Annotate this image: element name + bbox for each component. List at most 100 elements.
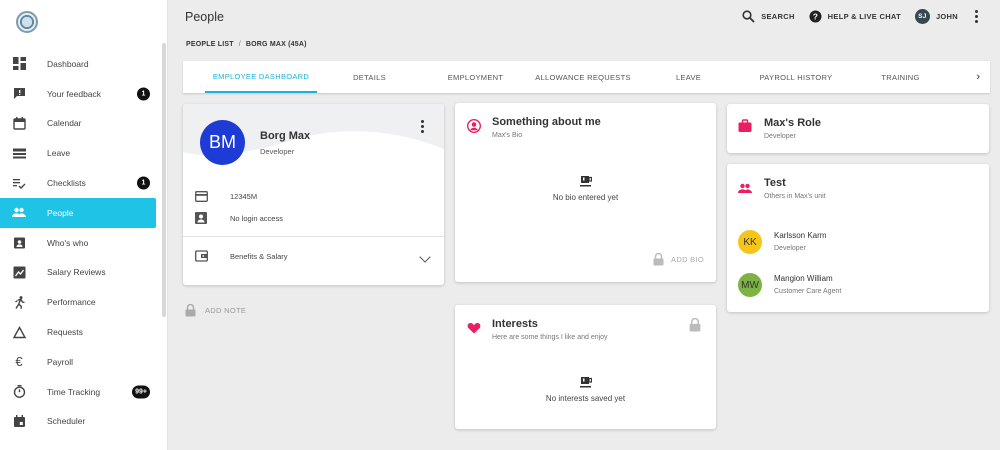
timer-icon [11, 384, 27, 400]
tab-training[interactable]: TRAINING [868, 61, 933, 93]
sidebar-item-payroll[interactable]: € Payroll [0, 347, 160, 377]
scheduler-icon [11, 413, 27, 429]
sidebar-item-checklists[interactable]: Checklists 1 [0, 168, 160, 198]
group-icon [738, 183, 752, 193]
tab-employment[interactable]: EMPLOYMENT [433, 61, 518, 93]
sidebar-item-whos-who[interactable]: Who's who [0, 228, 160, 258]
user-avatar: SJ [914, 9, 930, 24]
run-icon [11, 294, 27, 310]
tab-scroll-right-icon[interactable]: › [976, 71, 980, 83]
sidebar-item-salary-reviews[interactable]: Salary Reviews [0, 258, 160, 288]
member-name: Karlsson Karm [774, 231, 827, 240]
tab-allowance-requests[interactable]: ALLOWANCE REQUESTS [528, 61, 638, 93]
interests-empty-state: No interests saved yet [455, 376, 716, 403]
id-number: 12345M [230, 192, 258, 201]
bio-subtitle: Max's Bio [492, 132, 523, 139]
search-button[interactable]: SEARCH [742, 10, 794, 23]
user-menu[interactable]: SJ JOHN [914, 9, 958, 24]
member-text: Mangion William Customer Care Agent [774, 274, 841, 295]
id-card-icon [195, 191, 208, 202]
sidebar-item-leave[interactable]: Leave [0, 138, 160, 168]
feedback-icon [11, 86, 27, 102]
benefits-row[interactable]: Benefits & Salary [195, 250, 288, 262]
tab-payroll-history[interactable]: PAYROLL HISTORY [746, 61, 846, 93]
coffee-cup-icon [579, 176, 592, 187]
page-title: People [185, 10, 224, 24]
login-row: No login access [195, 212, 283, 224]
breadcrumb-people-list[interactable]: PEOPLE LIST [186, 41, 234, 48]
interests-title: Interests [492, 318, 538, 330]
briefcase-icon [738, 119, 752, 132]
sidebar-item-label: Salary Reviews [47, 267, 106, 278]
sidebar-item-label: People [47, 207, 74, 218]
tab-bar: EMPLOYEE DASHBOARD DETAILS EMPLOYMENT AL… [183, 61, 990, 93]
sidebar-item-calendar[interactable]: Calendar [0, 109, 160, 139]
list-item[interactable]: KK Karlsson Karm Developer [738, 230, 826, 254]
id-number-row: 12345M [195, 191, 257, 202]
sidebar-item-label: Your feedback [47, 88, 102, 99]
add-bio-button[interactable]: ADD BIO [653, 253, 704, 266]
sidebar-item-label: Calendar [47, 118, 82, 129]
role-card: Max's Role Developer [727, 104, 989, 153]
tab-leave[interactable]: LEAVE [661, 61, 716, 93]
sidebar: Dashboard Your feedback 1 Calendar Leave… [0, 0, 168, 450]
svg-text:?: ? [812, 11, 818, 21]
more-options-icon[interactable] [972, 10, 980, 23]
help-icon: ? [809, 10, 822, 23]
checklist-icon [11, 175, 27, 191]
employee-role: Developer [260, 147, 295, 156]
sidebar-item-label: Checklists [47, 178, 86, 189]
sidebar-item-label: Requests [47, 327, 83, 338]
sidebar-item-label: Performance [47, 297, 96, 308]
sidebar-item-your-feedback[interactable]: Your feedback 1 [0, 79, 160, 109]
tab-details[interactable]: DETAILS [333, 61, 406, 93]
avatar: KK [738, 230, 762, 254]
profile-card: BM Borg Max Developer 12345M No login ac… [183, 104, 444, 285]
sidebar-scrollbar[interactable] [162, 43, 166, 317]
heart-icon [467, 323, 481, 334]
sidebar-nav: Dashboard Your feedback 1 Calendar Leave… [0, 49, 160, 436]
triangle-icon [11, 324, 27, 340]
sidebar-item-label: Leave [47, 148, 71, 159]
unit-title: Test [764, 177, 786, 189]
chevron-down-icon[interactable] [419, 251, 431, 263]
people-icon [11, 205, 27, 221]
breadcrumb: PEOPLE LIST / BORG MAX (45A) [186, 41, 307, 48]
role-title: Max's Role [764, 117, 822, 129]
user-circle-icon [467, 119, 481, 133]
sidebar-item-performance[interactable]: Performance [0, 287, 160, 317]
sidebar-item-label: Payroll [47, 356, 73, 367]
sidebar-item-label: Who's who [47, 237, 89, 248]
employee-name: Borg Max [260, 130, 311, 142]
member-text: Karlsson Karm Developer [774, 231, 826, 252]
bio-title-block: Something about me Max's Bio [492, 116, 601, 139]
tab-employee-dashboard[interactable]: EMPLOYEE DASHBOARD [205, 61, 317, 93]
sidebar-item-people[interactable]: People [0, 197, 156, 228]
company-logo[interactable] [16, 11, 38, 33]
member-name: Mangion William [774, 274, 833, 283]
divider [183, 236, 444, 237]
interests-title-block: Interests Here are some things I like an… [492, 318, 608, 341]
interests-subtitle: Here are some things I like and enjoy [492, 334, 608, 341]
bio-empty-state: No bio entered yet [455, 175, 716, 202]
add-note-button[interactable]: ADD NOTE [185, 304, 246, 317]
sidebar-item-dashboard[interactable]: Dashboard [0, 49, 160, 79]
interests-empty-text: No interests saved yet [545, 394, 626, 403]
chart-icon [11, 264, 27, 280]
profile-menu-icon[interactable] [418, 120, 426, 133]
list-item[interactable]: MW Mangion William Customer Care Agent [738, 273, 841, 297]
search-label: SEARCH [761, 12, 795, 21]
bio-title: Something about me [492, 116, 601, 128]
bio-card: Something about me Max's Bio No bio ente… [455, 103, 716, 282]
add-note-label: ADD NOTE [205, 306, 247, 315]
sidebar-item-scheduler[interactable]: Scheduler [0, 407, 160, 437]
lock-icon[interactable] [688, 318, 702, 332]
help-button[interactable]: ? HELP & LIVE CHAT [809, 10, 901, 23]
sidebar-item-time-tracking[interactable]: Time Tracking 99+ [0, 377, 160, 407]
lock-icon [185, 304, 196, 317]
notification-badge: 1 [137, 87, 150, 101]
breadcrumb-separator: / [238, 41, 241, 48]
account-box-icon [195, 212, 207, 224]
sidebar-item-requests[interactable]: Requests [0, 317, 160, 347]
unit-title-block: Test Others in Max's unit [764, 177, 826, 200]
